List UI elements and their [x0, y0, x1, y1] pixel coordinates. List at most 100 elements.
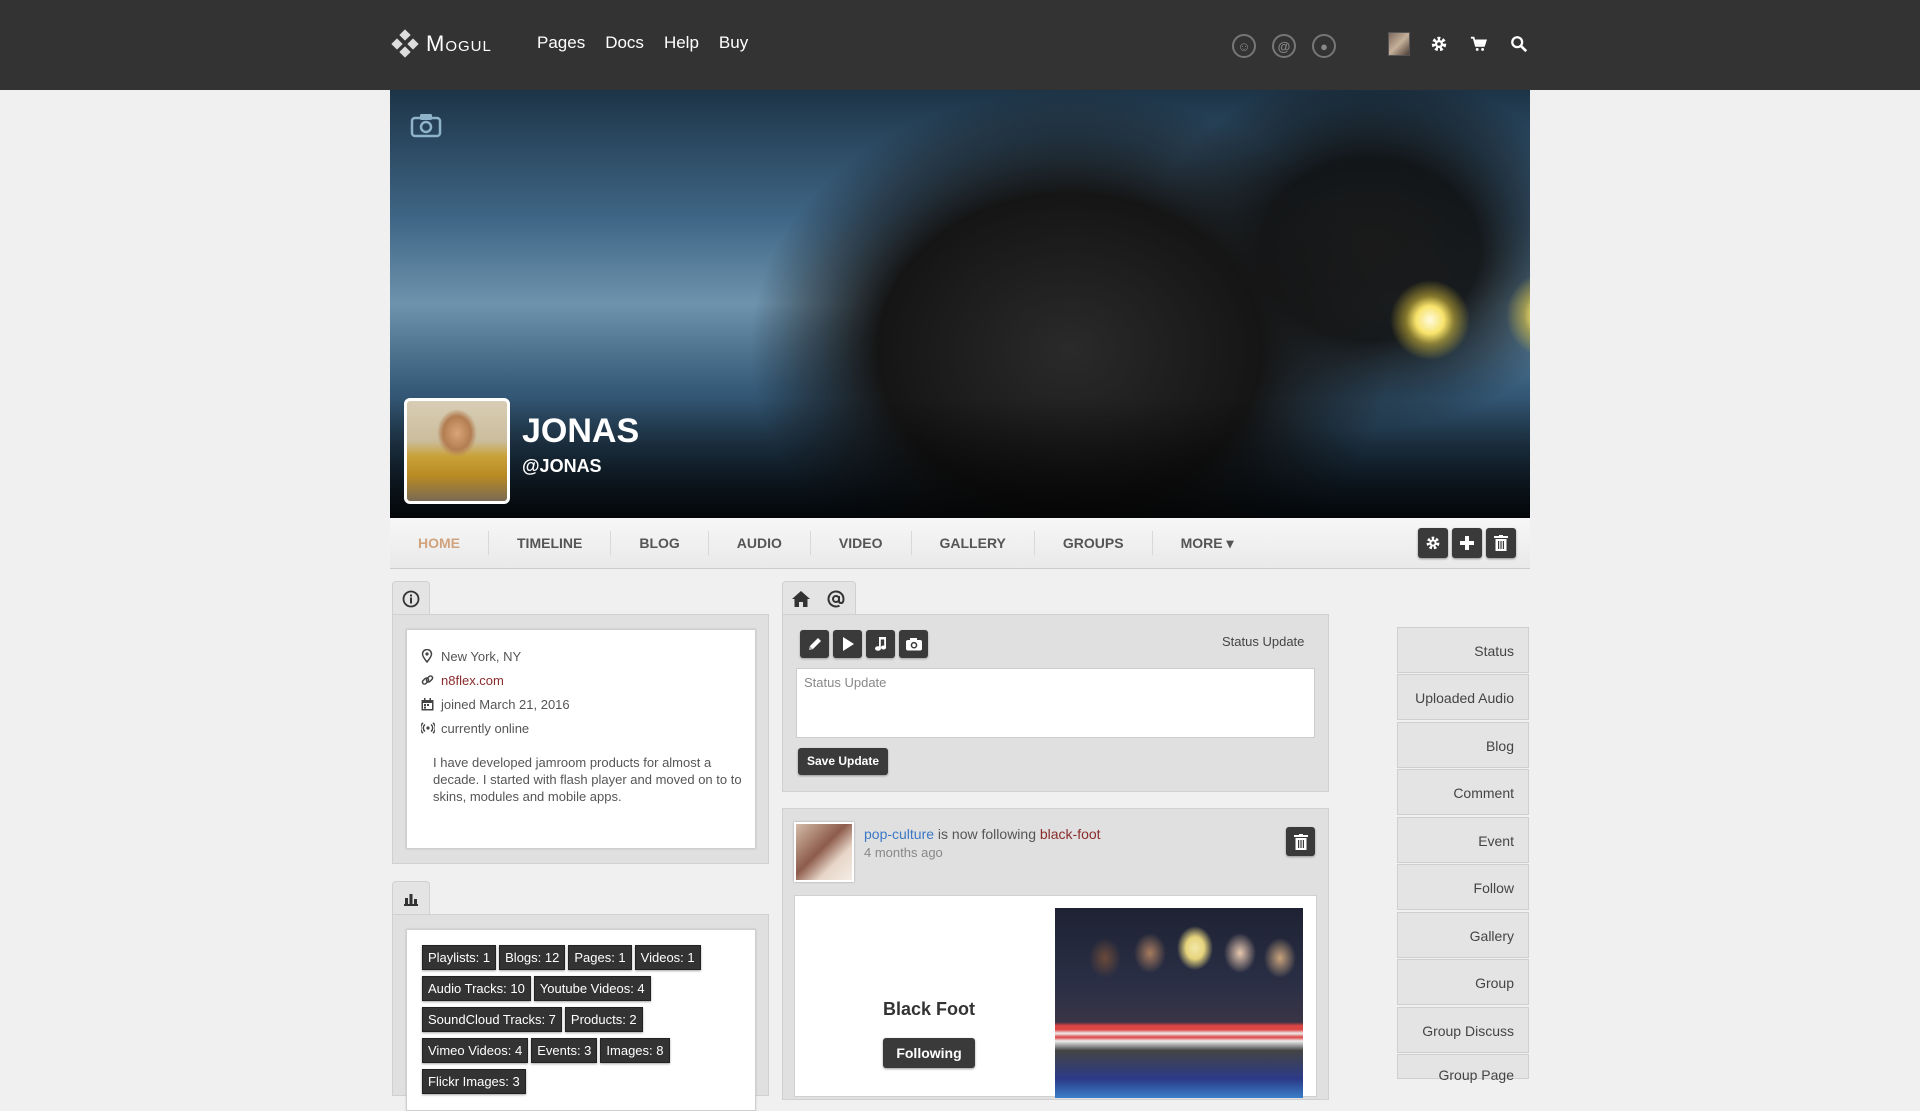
online-row: currently online — [421, 716, 755, 740]
location-text: New York, NY — [441, 648, 522, 664]
tab-more[interactable]: MORE ▾ — [1153, 531, 1262, 555]
tab-home[interactable]: HOME — [390, 531, 489, 555]
profile-banner: JONAS @JONAS — [390, 90, 1530, 518]
brand-name: Mogul — [426, 31, 492, 56]
website-link[interactable]: n8flex.com — [441, 673, 504, 688]
map-pin-icon — [421, 649, 439, 663]
feed-user-link[interactable]: pop-culture — [864, 826, 934, 842]
stat-badge[interactable]: Flickr Images: 3 — [422, 1069, 526, 1094]
followers-icon[interactable]: ☺ — [1232, 34, 1256, 58]
stat-badge[interactable]: Events: 3 — [531, 1038, 598, 1063]
filter-group-page[interactable]: Group Page — [1397, 1054, 1529, 1083]
calendar-icon — [421, 697, 439, 711]
tab-video[interactable]: VIDEO — [811, 531, 912, 555]
save-update-button[interactable]: Save Update — [798, 748, 889, 775]
stat-badge[interactable]: Products: 2 — [564, 1007, 643, 1032]
filter-status[interactable]: Status — [1397, 627, 1529, 673]
filter-group[interactable]: Group — [1397, 959, 1529, 1005]
pencil-icon — [808, 638, 821, 650]
user-avatar-icon[interactable] — [1388, 32, 1410, 56]
joined-text: joined March 21, 2016 — [441, 696, 570, 712]
stat-badge[interactable]: Videos: 1 — [634, 945, 701, 970]
tab-blog[interactable]: BLOG — [611, 531, 709, 555]
trash-icon — [1293, 833, 1308, 850]
timeline-tabs — [782, 581, 856, 616]
home-icon[interactable] — [791, 590, 811, 608]
filter-blog[interactable]: Blog — [1397, 722, 1529, 768]
filter-comment[interactable]: Comment — [1397, 769, 1529, 815]
feed-activity-text: pop-culture is now following black-foot — [864, 826, 1101, 842]
brand-logo[interactable]: Mogul — [390, 28, 492, 60]
filter-group-discuss[interactable]: Group Discuss — [1397, 1007, 1529, 1053]
group-photo[interactable] — [1055, 908, 1303, 1098]
joined-row: joined March 21, 2016 — [421, 692, 755, 716]
filter-uploaded-audio[interactable]: Uploaded Audio — [1397, 674, 1529, 720]
tab-gallery[interactable]: GALLERY — [912, 531, 1035, 555]
following-button[interactable]: Following — [883, 1038, 975, 1068]
stats-list: Playlists: 1 Blogs: 12 Pages: 1 Videos: 1 A… — [407, 930, 742, 1100]
stat-badge[interactable]: Blogs: 12 — [499, 945, 566, 970]
at-mention-icon[interactable] — [827, 590, 845, 608]
stat-badge[interactable]: SoundCloud Tracks: 7 — [422, 1007, 562, 1032]
video-button[interactable] — [833, 630, 862, 658]
profile-settings-button[interactable] — [1418, 528, 1448, 558]
stat-badge[interactable]: Vimeo Videos: 4 — [422, 1038, 529, 1063]
nav-docs[interactable]: Docs — [605, 33, 644, 53]
bar-chart-icon — [404, 894, 418, 906]
profile-add-button[interactable] — [1452, 528, 1482, 558]
broadcast-icon — [421, 722, 439, 734]
stat-badge[interactable]: Youtube Videos: 4 — [533, 976, 651, 1001]
online-status: currently online — [441, 720, 530, 736]
write-button[interactable] — [800, 630, 829, 658]
filter-follow[interactable]: Follow — [1397, 864, 1529, 910]
profile-bio: I have developed jamroom products for al… — [433, 755, 742, 804]
nav-help[interactable]: Help — [664, 33, 699, 53]
nav-pages[interactable]: Pages — [537, 33, 585, 53]
status-update-input[interactable]: Status Update — [796, 668, 1315, 738]
location-row: New York, NY — [421, 644, 755, 668]
stat-badge[interactable]: Pages: 1 — [568, 945, 632, 970]
composer-toolbar — [800, 630, 928, 658]
info-panel-tab[interactable] — [392, 581, 430, 616]
stats-panel-tab[interactable] — [392, 881, 430, 916]
profile-actions — [1418, 528, 1516, 558]
notifications-bell-icon[interactable]: ● — [1312, 34, 1336, 58]
photo-button[interactable] — [899, 630, 928, 658]
tab-groups[interactable]: GROUPS — [1035, 531, 1153, 555]
feed-delete-button[interactable] — [1286, 827, 1315, 856]
gear-icon[interactable] — [1428, 33, 1450, 55]
status-update-label: Status Update — [1222, 634, 1305, 649]
plus-icon — [1460, 536, 1474, 550]
stat-badge[interactable]: Playlists: 1 — [422, 945, 497, 970]
feed-target-link[interactable]: black-foot — [1040, 826, 1101, 842]
tab-timeline[interactable]: TIMELINE — [489, 531, 612, 555]
feed-user-avatar[interactable] — [794, 822, 854, 882]
link-icon — [421, 674, 439, 687]
nav-buy[interactable]: Buy — [719, 33, 748, 53]
trash-icon — [1494, 535, 1508, 551]
top-navbar: Mogul Pages Docs Help Buy ☺ @ ● — [0, 0, 1920, 90]
info-panel: New York, NY n8flex.com joined March 21,… — [392, 614, 769, 864]
tab-audio[interactable]: AUDIO — [709, 531, 811, 555]
audio-button[interactable] — [866, 630, 895, 658]
profile-delete-button[interactable] — [1486, 528, 1516, 558]
logo-icon — [391, 29, 419, 58]
feed-action-text: is now following — [934, 826, 1040, 842]
cart-icon[interactable] — [1468, 33, 1490, 55]
music-note-icon — [874, 637, 886, 651]
search-icon[interactable] — [1508, 33, 1530, 55]
camera-icon — [905, 638, 922, 651]
gear-icon — [1426, 536, 1440, 550]
play-icon — [842, 637, 854, 651]
profile-avatar[interactable] — [404, 398, 510, 504]
stat-badge[interactable]: Images: 8 — [600, 1038, 670, 1063]
user-tools — [1388, 32, 1530, 56]
mentions-icon[interactable]: @ — [1272, 34, 1296, 58]
filter-gallery[interactable]: Gallery — [1397, 912, 1529, 958]
info-icon — [402, 590, 420, 608]
notification-icons: ☺ @ ● — [1232, 34, 1336, 58]
filter-event[interactable]: Event — [1397, 817, 1529, 863]
stat-badge[interactable]: Audio Tracks: 10 — [422, 976, 531, 1001]
camera-icon[interactable] — [410, 112, 442, 143]
profile-name: JONAS — [522, 412, 640, 450]
